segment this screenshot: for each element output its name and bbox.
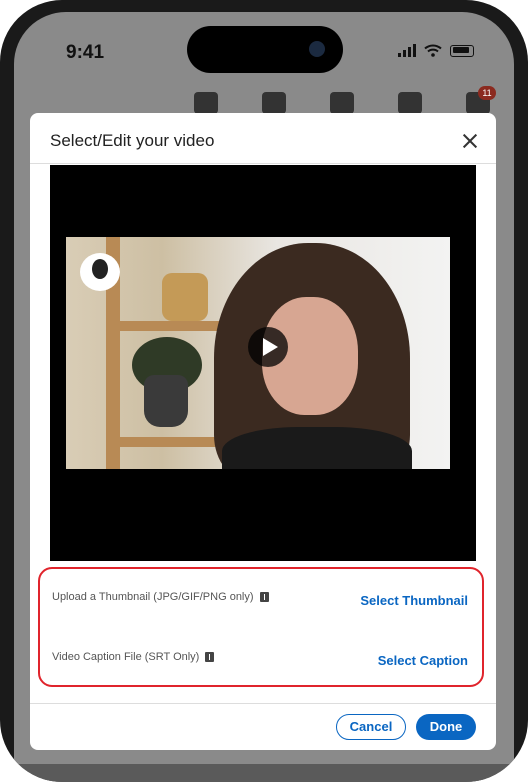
done-button[interactable]: Done [416,714,476,740]
status-icons [398,44,474,57]
select-caption-button[interactable]: Select Caption [378,653,468,668]
thumbnail-label: Upload a Thumbnail (JPG/GIF/PNG only) [52,591,254,603]
status-time: 9:41 [66,42,105,63]
video-preview [50,165,476,561]
phone-frame: 9:41 11 Select/Edit your video Upload a … [0,0,528,782]
divider [30,163,496,164]
notification-badge: 11 [478,86,496,100]
camera-icon [309,41,325,57]
app-screen: 9:41 11 Select/Edit your video Upload a … [14,12,514,782]
notifications-icon[interactable]: 11 [466,86,496,114]
jobs-icon[interactable] [330,92,354,114]
network-icon[interactable] [262,92,286,114]
video-options-panel: Upload a Thumbnail (JPG/GIF/PNG only) Se… [38,567,484,687]
cancel-button[interactable]: Cancel [336,714,406,740]
select-thumbnail-button[interactable]: Select Thumbnail [360,593,468,608]
signal-icon [398,44,416,57]
top-nav: 11 [194,86,496,114]
messaging-icon[interactable] [398,92,422,114]
bookshelf-board [120,321,232,331]
wifi-icon [424,44,442,57]
presenter-shirt [222,427,412,469]
thumbnail-option: Upload a Thumbnail (JPG/GIF/PNG only) [52,591,269,603]
play-icon[interactable] [248,327,288,367]
video-modal: Select/Edit your video Upload a Thumbnai… [30,113,496,750]
caption-option: Video Caption File (SRT Only) [52,651,215,663]
video-frame [66,237,450,469]
dynamic-island [187,26,343,73]
background-feed-bottom [14,764,514,782]
battery-icon [450,44,474,57]
vase [144,375,188,427]
channel-logo [80,253,120,291]
divider [30,703,496,704]
info-icon[interactable] [205,652,215,662]
caption-label: Video Caption File (SRT Only) [52,651,200,663]
info-icon[interactable] [259,592,269,602]
decorative-jar [162,273,208,321]
modal-title: Select/Edit your video [50,131,215,150]
close-icon[interactable] [460,131,480,151]
home-icon[interactable] [194,92,218,114]
